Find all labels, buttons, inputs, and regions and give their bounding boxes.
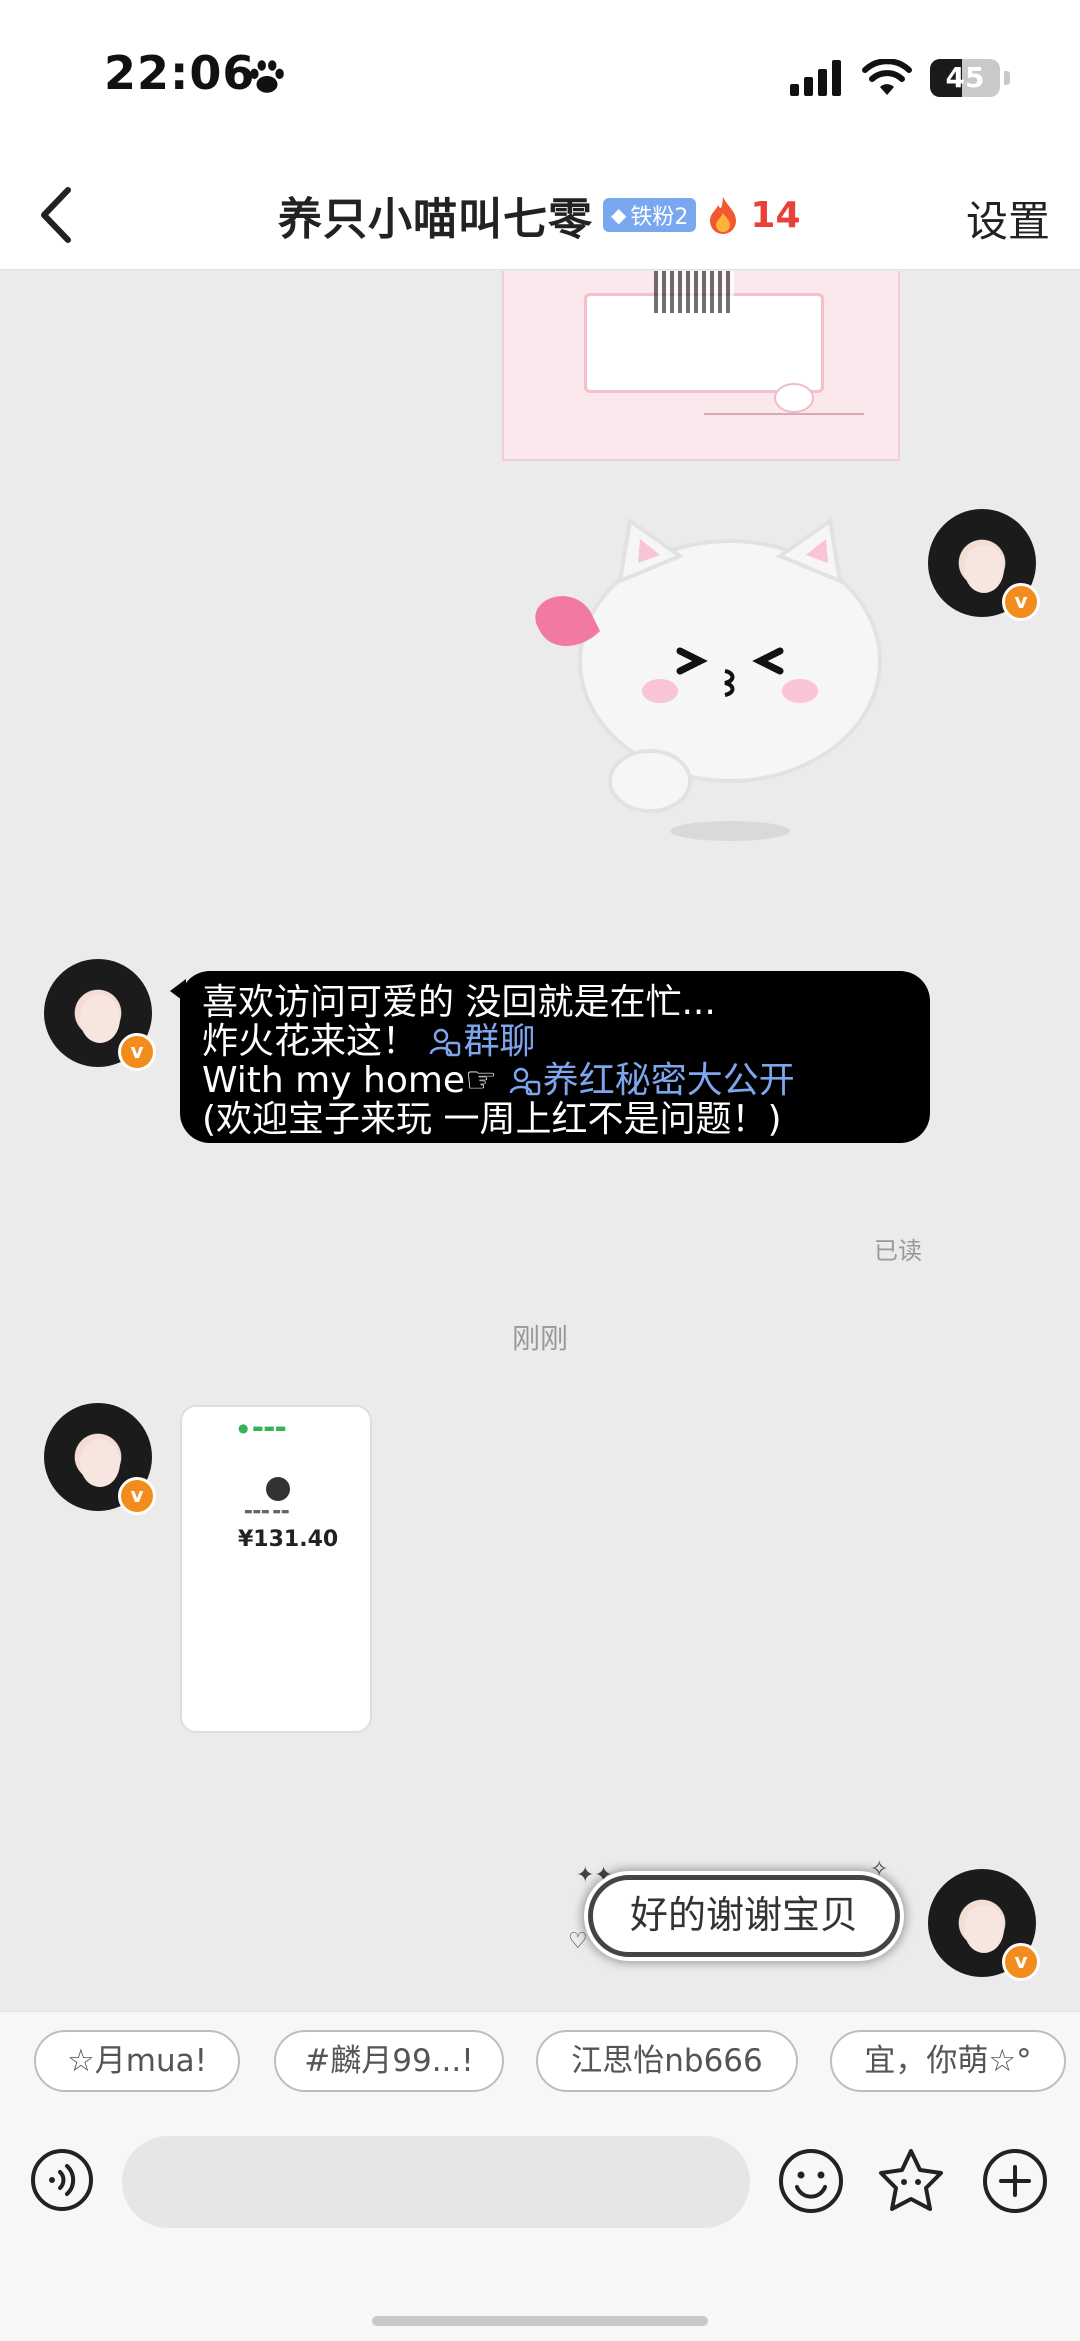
- verified-icon: v: [1002, 1943, 1040, 1981]
- settings-button[interactable]: 设置: [966, 188, 1050, 249]
- message-line: 喜欢访问可爱的 没回就是在忙...: [202, 982, 716, 1023]
- payment-header: ● ▬▬▬: [238, 1421, 287, 1435]
- status-bar: 22:06 45: [0, 0, 1080, 160]
- message-line: 炸火花来这！ 群聊: [202, 1022, 910, 1061]
- contact-avatar[interactable]: v: [44, 959, 156, 1071]
- signal-icon: [790, 60, 841, 96]
- status-time: 22:06: [104, 46, 256, 100]
- chat-title-group[interactable]: 养只小喵叫七零 ◆ 铁粉2 14: [278, 180, 801, 250]
- quick-reply-chip[interactable]: 宜，你萌☆°: [830, 2030, 1066, 2092]
- message-bubble-sent[interactable]: ✦✦ ✧ ♡ 好的谢谢宝贝: [568, 1857, 910, 1963]
- sticker-icon[interactable]: [876, 2146, 946, 2216]
- self-avatar[interactable]: v: [928, 1869, 1040, 1981]
- streak-count: 14: [750, 194, 801, 236]
- message-input[interactable]: [122, 2136, 750, 2228]
- message-line: (欢迎宝子来玩 一周上红不是问题！): [202, 1099, 782, 1140]
- quick-reply-chip[interactable]: 江思怡nb666: [536, 2030, 798, 2092]
- diamond-icon: ◆: [611, 203, 627, 227]
- payment-avatar: [266, 1477, 290, 1501]
- group-link-label: 群聊: [463, 1021, 536, 1062]
- card-decoration: [774, 383, 814, 413]
- input-bar: [0, 2106, 1080, 2341]
- chat-header: 养只小喵叫七零 ◆ 铁粉2 14 设置: [0, 160, 1080, 270]
- payment-screenshot-image[interactable]: ● ▬▬▬ ▬▬▬ ▬▬ ¥131.40: [180, 1405, 372, 1733]
- qr-code-image: [654, 271, 734, 313]
- plus-icon[interactable]: [982, 2148, 1048, 2214]
- payment-amount: ¥131.40: [238, 1527, 339, 1552]
- shared-image-card[interactable]: [502, 271, 900, 461]
- fan-badge-label: 铁粉2: [630, 205, 689, 230]
- verified-icon: v: [1002, 583, 1040, 621]
- group-icon: [509, 1067, 541, 1096]
- fan-badge: ◆ 铁粉2: [603, 198, 697, 232]
- wifi-icon: [862, 59, 912, 95]
- verified-icon: v: [118, 1033, 156, 1071]
- battery-tip: [1004, 71, 1010, 85]
- payment-name: ▬▬▬ ▬▬: [244, 1507, 290, 1517]
- group-chat-link[interactable]: 养红秘密大公开: [509, 1060, 795, 1101]
- fire-icon: [710, 197, 737, 234]
- message-text: With my home☞: [202, 1060, 498, 1101]
- sent-message-text: 好的谢谢宝贝: [588, 1875, 900, 1957]
- cat-sticker[interactable]: [510, 511, 910, 851]
- chevron-left-icon[interactable]: [28, 182, 88, 248]
- message-text: 炸火花来这！: [202, 1021, 419, 1062]
- card-divider: [704, 413, 864, 415]
- emoji-icon[interactable]: [778, 2148, 844, 2214]
- battery-level: 45: [945, 61, 985, 94]
- message-bubble-received[interactable]: 喜欢访问可爱的 没回就是在忙... 炸火花来这！ 群聊 With my home…: [170, 971, 930, 1143]
- voice-icon[interactable]: [30, 2148, 94, 2212]
- status-icons: 45: [790, 56, 1010, 100]
- verified-icon: v: [118, 1477, 156, 1515]
- timestamp: 刚刚: [511, 1322, 568, 1355]
- chat-area[interactable]: v v 喜欢访问可爱的 没回就是在忙... 炸火花来这！ 群聊 With my …: [0, 271, 1080, 2011]
- read-status: 已读: [874, 1237, 922, 1265]
- heart-icon: ♡: [568, 1929, 588, 1954]
- quick-reply-chip[interactable]: ☆月mua!: [34, 2030, 240, 2092]
- quick-reply-chip[interactable]: #麟月99...!: [274, 2030, 504, 2092]
- battery-icon: 45: [930, 59, 1000, 97]
- message-line: With my home☞ 养红秘密大公开: [202, 1061, 910, 1100]
- contact-avatar[interactable]: v: [44, 1403, 156, 1515]
- paw-icon: [250, 60, 284, 93]
- home-indicator: [372, 2316, 708, 2326]
- group-link-label: 养红秘密大公开: [542, 1060, 795, 1101]
- group-chat-link[interactable]: 群聊: [429, 1021, 535, 1062]
- chat-title: 养只小喵叫七零: [278, 194, 593, 245]
- self-avatar[interactable]: v: [928, 509, 1040, 621]
- quick-reply-bar: ☆月mua! #麟月99...! 江思怡nb666 宜，你萌☆°: [0, 2011, 1080, 2106]
- group-icon: [430, 1028, 461, 1057]
